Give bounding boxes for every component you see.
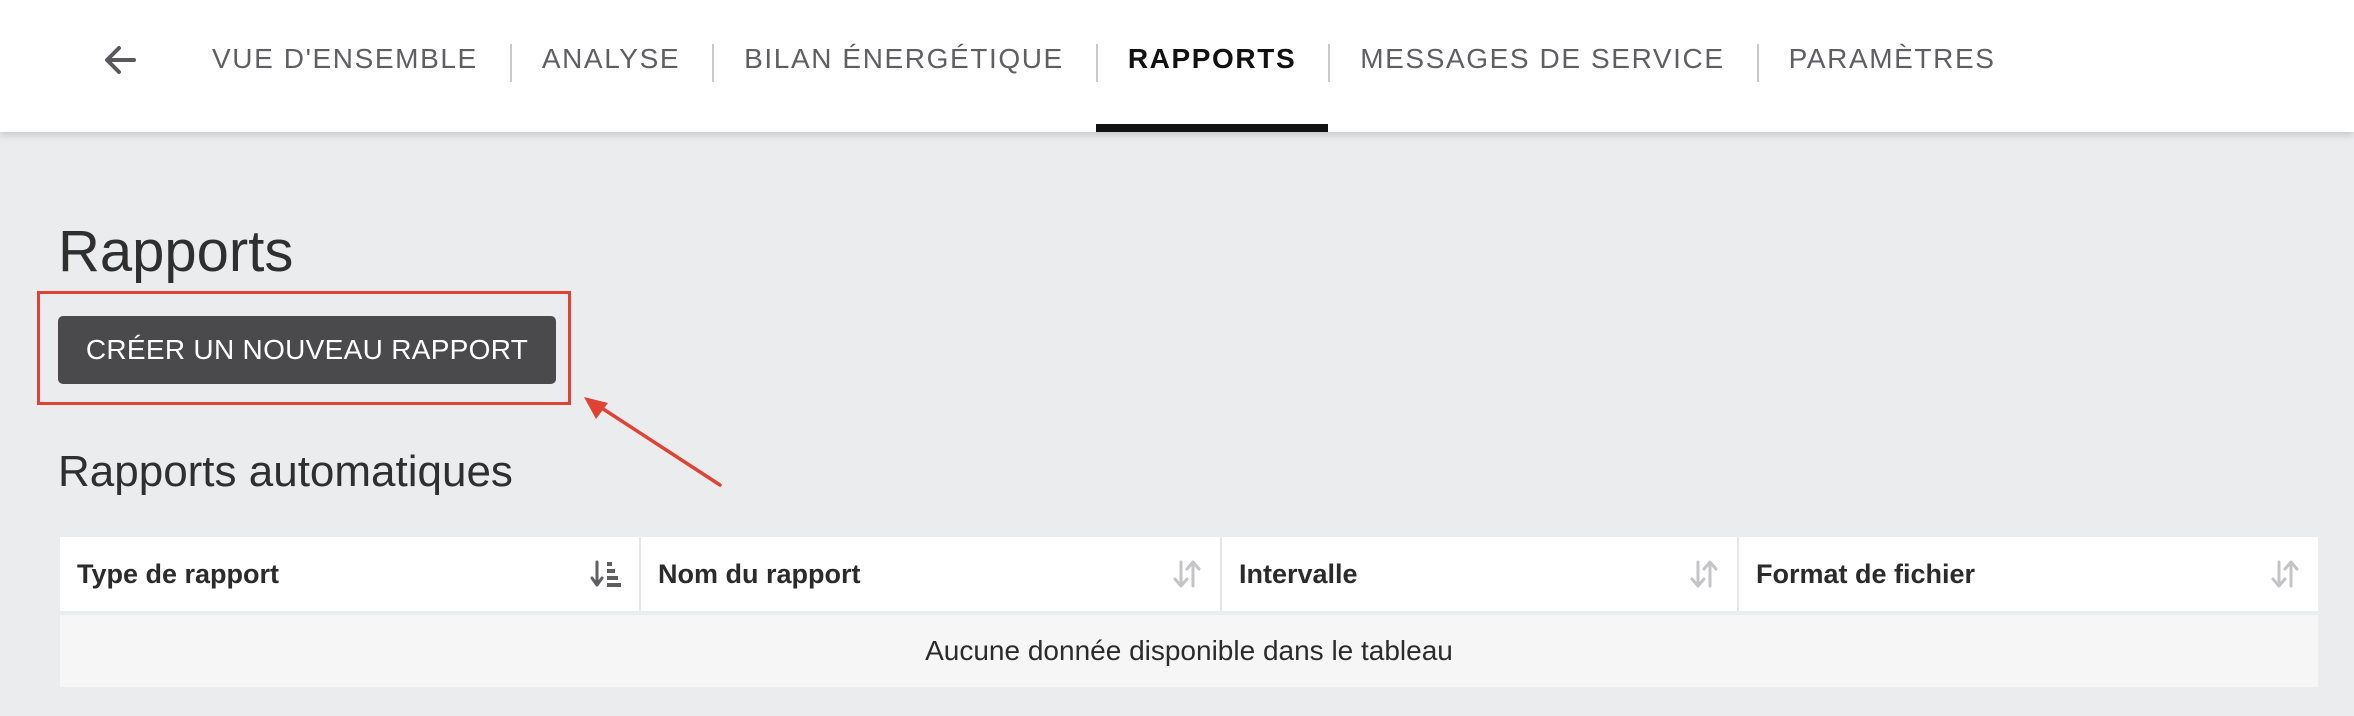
section-title: Rapports automatiques (58, 447, 513, 496)
tab-bar: VUE D'ENSEMBLE ANALYSE BILAN ÉNERGÉTIQUE… (180, 0, 2028, 132)
tab-bilan-energetique[interactable]: BILAN ÉNERGÉTIQUE (712, 0, 1096, 132)
table-header-row: Type de rapport Nom du rapport Intervall… (60, 537, 2318, 611)
top-navigation: VUE D'ENSEMBLE ANALYSE BILAN ÉNERGÉTIQUE… (0, 0, 2354, 132)
sort-icon (1687, 557, 1721, 591)
empty-table-message: Aucune donnée disponible dans le tableau (925, 635, 1453, 666)
column-header-intervalle[interactable]: Intervalle (1222, 537, 1739, 611)
page-title: Rapports (58, 219, 294, 284)
annotation-arrow-icon (584, 397, 722, 487)
column-header-label: Intervalle (1239, 558, 1358, 589)
sort-icon (2268, 557, 2302, 591)
tab-vue-d-ensemble[interactable]: VUE D'ENSEMBLE (180, 0, 510, 132)
column-header-format-de-fichier[interactable]: Format de fichier (1739, 537, 2318, 611)
column-header-label: Format de fichier (1756, 558, 1976, 589)
back-button[interactable] (96, 36, 144, 84)
column-header-nom-du-rapport[interactable]: Nom du rapport (641, 537, 1222, 611)
tab-parametres[interactable]: PARAMÈTRES (1756, 0, 2028, 132)
automatic-reports-table: Type de rapport Nom du rapport Intervall… (60, 537, 2318, 687)
create-new-report-button[interactable]: CRÉER UN NOUVEAU RAPPORT (58, 316, 556, 384)
tab-analyse[interactable]: ANALYSE (509, 0, 712, 132)
sort-amount-down-icon (589, 557, 623, 591)
table-empty-row: Aucune donnée disponible dans le tableau (60, 615, 2318, 687)
tab-messages-de-service[interactable]: MESSAGES DE SERVICE (1328, 0, 1756, 132)
arrow-left-icon (105, 46, 136, 74)
tab-rapports[interactable]: RAPPORTS (1095, 0, 1329, 132)
sort-icon (1170, 557, 1204, 591)
column-header-label: Nom du rapport (658, 558, 861, 589)
column-header-label: Type de rapport (77, 558, 280, 589)
column-header-type-de-rapport[interactable]: Type de rapport (60, 537, 641, 611)
